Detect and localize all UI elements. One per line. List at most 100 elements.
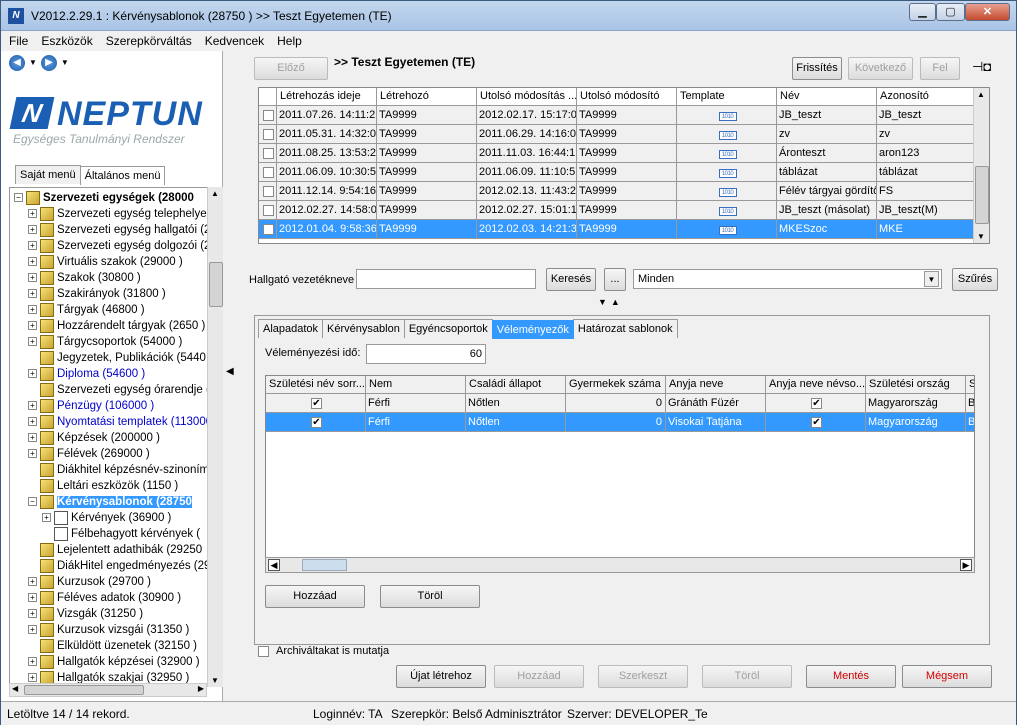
expand-toggle-icon[interactable]: + <box>28 609 37 619</box>
expand-toggle-icon[interactable]: + <box>42 513 51 523</box>
expand-toggle-icon[interactable]: + <box>28 289 37 299</box>
menu-favorites[interactable]: Kedvencek <box>197 31 269 48</box>
table-row[interactable]: 2011.08.25. 13:53:2 TA9999 2011.11.03. 16:… <box>259 144 989 163</box>
tree-item[interactable]: − Szervezeti egységek (28000 <box>14 190 194 206</box>
menu-tools[interactable]: Eszközök <box>33 31 97 48</box>
student-lastname-input[interactable] <box>356 269 536 289</box>
archived-checkbox[interactable] <box>258 645 269 657</box>
tree-item[interactable]: + Szervezeti egység hallgatói (2 <box>28 222 208 238</box>
next-button[interactable]: Következő <box>848 57 913 80</box>
close-window-button[interactable]: ✕ <box>965 3 1010 21</box>
tree-item[interactable]: Félbehagyott kérvények ( <box>42 526 200 542</box>
template-icon[interactable]: 1010 <box>677 220 777 239</box>
column-header[interactable]: Anyja neve <box>666 376 766 394</box>
tree-vertical-scrollbar[interactable]: ▲ ▼ <box>207 187 223 687</box>
expand-toggle-icon[interactable]: + <box>28 369 37 379</box>
chevron-down-icon[interactable]: ▼ <box>924 271 939 287</box>
expand-toggle-icon[interactable]: + <box>28 273 37 283</box>
tree-item[interactable]: Jegyzetek, Publikációk (5440 <box>28 350 206 366</box>
table-row[interactable]: 2012.02.27. 14:58:0 TA9999 2012.02.27. 15:… <box>259 201 989 220</box>
up-button[interactable]: Fel <box>920 57 960 80</box>
table-row[interactable]: 2012.01.04. 9:58:36 TA9999 2012.02.03. 14:… <box>259 220 989 239</box>
expand-toggle-icon[interactable]: + <box>28 673 37 683</box>
collapse-sidebar-icon[interactable]: ◀ <box>226 366 236 384</box>
tree-item[interactable]: + Hozzárendelt tárgyak (2650 ) <box>28 318 205 334</box>
checkbox-cell[interactable]: ✔ <box>766 394 866 413</box>
tree-item[interactable]: + Nyomtatási templatek (113000 <box>28 414 208 430</box>
detail-tab[interactable]: Alapadatok <box>258 319 324 338</box>
expand-toggle-icon[interactable]: + <box>28 657 37 667</box>
detail-tab[interactable]: Kérvénysablon <box>322 319 405 338</box>
expand-toggle-icon[interactable]: + <box>28 449 37 459</box>
row-select-checkbox[interactable] <box>259 220 277 239</box>
menu-help[interactable]: Help <box>269 31 307 48</box>
tree-item[interactable]: Lejelentett adathibák (29250 <box>28 542 202 558</box>
tree-item[interactable]: + Tárgycsoportok (54000 ) <box>28 334 182 350</box>
templates-grid-scrollbar[interactable]: ▲ ▼ <box>973 88 989 243</box>
expand-toggle-icon[interactable]: − <box>28 497 37 507</box>
grid-scroll-up-icon[interactable]: ▲ <box>977 90 985 99</box>
checkbox-checked-icon[interactable]: ✔ <box>811 416 822 428</box>
scroll-up-icon[interactable]: ▲ <box>211 189 219 198</box>
tree-item[interactable]: Elküldött üzenetek (32150 ) <box>28 638 197 654</box>
expand-toggle-icon[interactable]: + <box>28 417 37 427</box>
checkbox-checked-icon[interactable]: ✔ <box>311 416 322 428</box>
detail-tab[interactable]: Véleményezők <box>491 320 574 339</box>
row-select-checkbox[interactable] <box>259 106 277 125</box>
expand-toggle-icon[interactable]: + <box>28 625 37 635</box>
row-select-checkbox[interactable] <box>259 125 277 144</box>
row-select-checkbox[interactable] <box>259 182 277 201</box>
splitter-arrows-icon[interactable]: ▼▲ <box>598 297 624 307</box>
minimize-button[interactable]: ▁ <box>909 3 936 21</box>
tree-hscroll-thumb[interactable] <box>24 685 144 695</box>
column-header[interactable]: Gyermekek száma <box>566 376 666 394</box>
tree-item[interactable]: + Diploma (54600 ) <box>28 366 145 382</box>
scroll-down-icon[interactable]: ▼ <box>211 676 219 685</box>
add-button[interactable]: Hozzáad <box>494 665 584 688</box>
back-arrow-icon[interactable]: ◀ <box>9 55 25 71</box>
table-row[interactable]: ✔ Férfi Nőtlen 0 Gránáth Füzér ✔ Magyarország B <box>266 394 974 413</box>
expand-toggle-icon[interactable]: + <box>28 593 37 603</box>
tree-item[interactable]: DiákHitel engedményezés (29 <box>28 558 208 574</box>
checkbox-cell[interactable]: ✔ <box>766 413 866 432</box>
tree-item[interactable]: + Kurzusok vizsgái (31350 ) <box>28 622 189 638</box>
tree-scroll-thumb[interactable] <box>209 262 223 307</box>
grid-scroll-thumb[interactable] <box>975 166 989 224</box>
template-icon[interactable]: 1010 <box>677 106 777 125</box>
save-button[interactable]: Mentés <box>806 665 896 688</box>
tree-item[interactable]: + Szervezeti egység telephelyei <box>28 206 208 222</box>
tree-item[interactable]: + Szervezeti egység dolgozói (2 <box>28 238 208 254</box>
checkbox-checked-icon[interactable]: ✔ <box>811 397 822 409</box>
menu-role-switch[interactable]: Szerepkörváltás <box>98 31 197 48</box>
tree-item[interactable]: + Hallgatók képzései (32900 ) <box>28 654 200 670</box>
hscroll-right-icon[interactable]: ▶ <box>960 559 972 571</box>
column-header[interactable]: Családi állapot <box>466 376 566 394</box>
row-select-checkbox[interactable] <box>259 144 277 163</box>
column-header[interactable]: Születési ország <box>866 376 966 394</box>
column-header[interactable]: Születési név sorr... <box>266 376 366 394</box>
expand-toggle-icon[interactable]: − <box>14 193 23 203</box>
reviewer-delete-button[interactable]: Töröl <box>380 585 480 608</box>
column-header[interactable]: Azonosító <box>877 88 977 106</box>
expand-toggle-icon[interactable]: + <box>28 241 37 251</box>
column-header[interactable] <box>259 88 277 106</box>
table-row[interactable]: 2011.07.26. 14:11:2 TA9999 2012.02.17. 15:… <box>259 106 989 125</box>
table-row[interactable]: 2011.06.09. 10:30:5 TA9999 2011.06.09. 11:… <box>259 163 989 182</box>
detail-tab[interactable]: Egyéncsoportok <box>403 319 493 338</box>
expand-toggle-icon[interactable]: + <box>28 257 37 267</box>
hscroll-left-icon[interactable]: ◀ <box>268 559 280 571</box>
tree-item[interactable]: + Tárgyak (46800 ) <box>28 302 145 318</box>
expand-toggle-icon[interactable]: + <box>28 337 37 347</box>
template-icon[interactable]: 1010 <box>677 163 777 182</box>
scroll-right-icon[interactable]: ▶ <box>198 684 204 693</box>
pin-icon[interactable]: ⊣◘ <box>972 59 991 75</box>
filter-button[interactable]: Szűrés <box>952 268 998 291</box>
expand-toggle-icon[interactable]: + <box>28 209 37 219</box>
column-header[interactable]: Anyja neve névso... <box>766 376 866 394</box>
tree-horizontal-scrollbar[interactable]: ◀ ▶ <box>9 683 207 697</box>
search-button[interactable]: Keresés <box>546 268 596 291</box>
expand-toggle-icon[interactable]: + <box>28 433 37 443</box>
expand-toggle-icon[interactable]: + <box>28 225 37 235</box>
expand-toggle-icon[interactable]: + <box>28 321 37 331</box>
table-row[interactable]: 2011.12.14. 9:54:16 TA9999 2012.02.13. 11:… <box>259 182 989 201</box>
